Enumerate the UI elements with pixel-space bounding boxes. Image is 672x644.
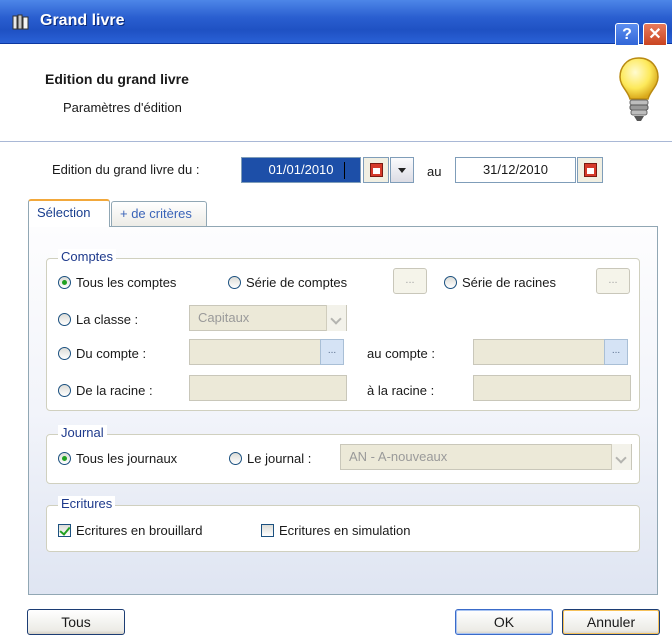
serie-comptes-browse-button[interactable]: ... xyxy=(393,268,427,294)
label-le-journal: Le journal : xyxy=(247,451,312,466)
label-brouillard: Ecritures en brouillard xyxy=(76,523,203,538)
date-from-field[interactable]: 01/01/2010 xyxy=(241,157,361,183)
label-du-compte: Du compte : xyxy=(76,346,147,361)
journal-select[interactable]: AN - A-nouveaux xyxy=(340,444,632,470)
du-compte-field[interactable] xyxy=(189,339,321,365)
text-cursor xyxy=(344,162,345,179)
chevron-down-icon xyxy=(326,305,346,331)
header-title: Edition du grand livre xyxy=(45,71,189,87)
journal-select-value: AN - A-nouveaux xyxy=(349,449,448,464)
radio-du-compte[interactable] xyxy=(58,347,71,360)
tous-button[interactable]: Tous xyxy=(27,609,125,635)
calendar-from-button[interactable] xyxy=(363,157,389,183)
calendar-icon xyxy=(370,163,383,177)
group-ecritures-legend: Ecritures xyxy=(58,496,116,511)
calendar-to-button[interactable] xyxy=(577,157,603,183)
classe-select-value: Capitaux xyxy=(198,310,250,325)
label-serie-de-racines: Série de racines xyxy=(462,275,556,290)
label-simulation: Ecritures en simulation xyxy=(279,523,411,538)
radio-serie-de-comptes[interactable] xyxy=(228,276,241,289)
radio-la-classe[interactable] xyxy=(58,313,71,326)
tab-selection[interactable]: Sélection xyxy=(28,199,110,227)
period-label: Edition du grand livre du : xyxy=(52,162,200,177)
label-au-compte: au compte : xyxy=(367,346,435,361)
au-compte-field[interactable] xyxy=(473,339,605,365)
chevron-down-icon xyxy=(611,444,631,470)
ok-button[interactable]: OK xyxy=(455,609,553,635)
close-button[interactable]: ✕ xyxy=(643,23,667,47)
serie-racines-browse-button[interactable]: ... xyxy=(596,268,630,294)
book-icon xyxy=(12,14,29,30)
label-tous-les-comptes: Tous les comptes xyxy=(76,275,177,290)
group-journal-legend: Journal xyxy=(58,425,107,440)
date-to-value: 31/12/2010 xyxy=(482,162,549,177)
date-to-label: au xyxy=(427,164,442,179)
help-button[interactable]: ? xyxy=(615,23,639,47)
header-subtitle: Paramètres d'édition xyxy=(63,100,182,115)
radio-serie-de-racines[interactable] xyxy=(444,276,457,289)
radio-tous-les-journaux[interactable] xyxy=(58,452,71,465)
du-compte-browse-button[interactable]: ... xyxy=(320,339,344,365)
label-serie-de-comptes: Série de comptes xyxy=(246,275,348,290)
label-la-classe: La classe : xyxy=(76,312,139,327)
de-la-racine-field[interactable] xyxy=(189,375,347,401)
checkbox-brouillard[interactable] xyxy=(58,524,71,537)
date-from-value: 01/01/2010 xyxy=(268,162,334,177)
lightbulb-icon xyxy=(619,57,659,121)
window-title: Grand livre xyxy=(40,12,125,29)
calendar-icon xyxy=(584,163,597,177)
checkbox-simulation[interactable] xyxy=(261,524,274,537)
date-to-field[interactable]: 31/12/2010 xyxy=(455,157,576,183)
annuler-button[interactable]: Annuler xyxy=(562,609,660,635)
radio-le-journal[interactable] xyxy=(229,452,242,465)
label-a-la-racine: à la racine : xyxy=(367,383,435,398)
label-de-la-racine: De la racine : xyxy=(76,383,153,398)
date-from-dropdown[interactable] xyxy=(390,157,414,183)
group-comptes-legend: Comptes xyxy=(58,249,117,264)
tab-plus-criteres[interactable]: + de critères xyxy=(111,201,207,227)
a-la-racine-field[interactable] xyxy=(473,375,631,401)
radio-tous-les-comptes[interactable] xyxy=(58,276,71,289)
classe-select[interactable]: Capitaux xyxy=(189,305,347,331)
dialog-header: Edition du grand livre Paramètres d'édit… xyxy=(0,45,672,142)
label-tous-les-journaux: Tous les journaux xyxy=(76,451,178,466)
title-bar: Grand livre xyxy=(0,0,672,44)
au-compte-browse-button[interactable]: ... xyxy=(604,339,628,365)
radio-de-la-racine[interactable] xyxy=(58,384,71,397)
